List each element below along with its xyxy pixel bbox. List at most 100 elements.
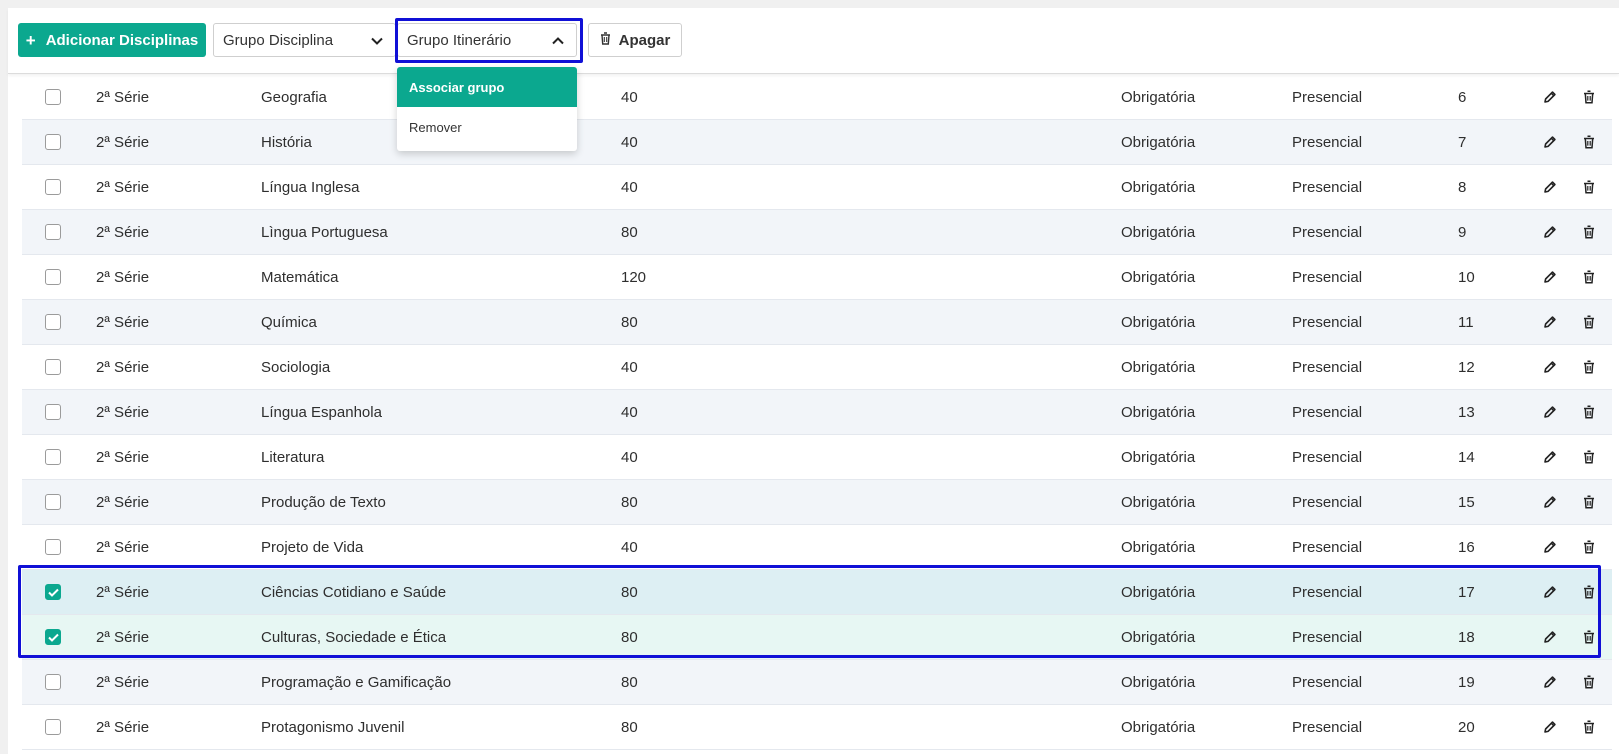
cell-tipo: Obrigatória <box>1121 88 1196 106</box>
cell-carga-horaria: 80 <box>621 628 638 646</box>
cell-disciplina: Literatura <box>261 448 325 466</box>
cell-carga-horaria: 40 <box>621 403 638 421</box>
delete-trash-icon[interactable] <box>1583 270 1595 284</box>
table-row: 2ª Série Língua Inglesa 40 Obrigatória Prese… <box>22 165 1612 210</box>
row-checkbox[interactable] <box>45 404 61 420</box>
table-row: 2ª Série Protagonismo Juvenil 80 Obrigatóri… <box>22 705 1612 750</box>
cell-serie: 2ª Série <box>96 178 150 196</box>
grupo-disciplina-select[interactable]: Grupo Disciplina <box>213 23 396 57</box>
disciplinas-table: 2ª Série Geografia 40 Obrigatória Presencial… <box>22 75 1612 750</box>
cell-disciplina: Culturas, Sociedade e Ética <box>261 628 447 646</box>
cell-tipo: Obrigatória <box>1121 223 1196 241</box>
cell-ordem: 10 <box>1458 268 1475 286</box>
table-row: 2ª Série Projeto de Vida 40 Obrigatória Pres… <box>22 525 1612 570</box>
row-checkbox[interactable] <box>45 134 61 150</box>
cell-ordem: 17 <box>1458 583 1475 601</box>
cell-serie: 2ª Série <box>96 268 150 286</box>
row-checkbox[interactable] <box>45 494 61 510</box>
edit-pencil-icon[interactable] <box>1543 180 1557 194</box>
cell-modalidade: Presencial <box>1292 178 1363 196</box>
cell-ordem: 15 <box>1458 493 1475 511</box>
cell-serie: 2ª Série <box>96 313 150 331</box>
cell-tipo: Obrigatória <box>1121 718 1196 736</box>
cell-ordem: 16 <box>1458 538 1475 556</box>
edit-pencil-icon[interactable] <box>1543 450 1557 464</box>
add-disciplinas-button[interactable]: + Adicionar Disciplinas <box>18 23 206 57</box>
cell-ordem: 13 <box>1458 403 1475 421</box>
cell-carga-horaria: 40 <box>621 88 638 106</box>
cell-carga-horaria: 80 <box>621 313 638 331</box>
delete-trash-icon[interactable] <box>1583 630 1595 644</box>
cell-ordem: 8 <box>1458 178 1467 196</box>
dropdown-item-associar-grupo[interactable]: Associar grupo <box>397 67 577 107</box>
cell-tipo: Obrigatória <box>1121 403 1196 421</box>
cell-ordem: 12 <box>1458 358 1475 376</box>
edit-pencil-icon[interactable] <box>1543 495 1557 509</box>
delete-trash-icon[interactable] <box>1583 540 1595 554</box>
delete-trash-icon[interactable] <box>1583 360 1595 374</box>
edit-pencil-icon[interactable] <box>1543 270 1557 284</box>
delete-trash-icon[interactable] <box>1583 585 1595 599</box>
delete-trash-icon[interactable] <box>1583 180 1595 194</box>
delete-trash-icon[interactable] <box>1583 90 1595 104</box>
edit-pencil-icon[interactable] <box>1543 315 1557 329</box>
row-checkbox[interactable] <box>45 584 61 600</box>
row-checkbox[interactable] <box>45 179 61 195</box>
table-row: 2ª Série Ciências Cotidiano e Saúde 80 Obri… <box>22 570 1612 615</box>
row-checkbox[interactable] <box>45 719 61 735</box>
cell-modalidade: Presencial <box>1292 493 1363 511</box>
cell-carga-horaria: 40 <box>621 178 638 196</box>
cell-disciplina: Língua Inglesa <box>261 178 360 196</box>
edit-pencil-icon[interactable] <box>1543 135 1557 149</box>
edit-pencil-icon[interactable] <box>1543 90 1557 104</box>
table-row: 2ª Série Sociologia 40 Obrigatória Presencia… <box>22 345 1612 390</box>
cell-disciplina: Projeto de Vida <box>261 538 364 556</box>
edit-pencil-icon[interactable] <box>1543 720 1557 734</box>
delete-trash-icon[interactable] <box>1583 450 1595 464</box>
delete-trash-icon[interactable] <box>1583 720 1595 734</box>
edit-pencil-icon[interactable] <box>1543 360 1557 374</box>
row-checkbox[interactable] <box>45 674 61 690</box>
delete-trash-icon[interactable] <box>1583 495 1595 509</box>
edit-pencil-icon[interactable] <box>1543 630 1557 644</box>
cell-modalidade: Presencial <box>1292 448 1363 466</box>
chevron-down-icon <box>371 32 383 49</box>
edit-pencil-icon[interactable] <box>1543 405 1557 419</box>
dropdown-item-remover[interactable]: Remover <box>397 107 577 147</box>
edit-pencil-icon[interactable] <box>1543 540 1557 554</box>
table-row: 2ª Série História 40 Obrigatória Presencial 7 <box>22 120 1612 165</box>
cell-modalidade: Presencial <box>1292 628 1363 646</box>
trash-icon <box>600 31 611 49</box>
edit-pencil-icon[interactable] <box>1543 585 1557 599</box>
cell-modalidade: Presencial <box>1292 268 1363 286</box>
grupo-itinerario-dropdown: Associar grupo Remover <box>397 67 577 151</box>
delete-trash-icon[interactable] <box>1583 405 1595 419</box>
table-row: 2ª Série Língua Espanhola 40 Obrigatória Pre… <box>22 390 1612 435</box>
edit-pencil-icon[interactable] <box>1543 225 1557 239</box>
cell-modalidade: Presencial <box>1292 358 1363 376</box>
cell-tipo: Obrigatória <box>1121 133 1196 151</box>
delete-trash-icon[interactable] <box>1583 675 1595 689</box>
delete-trash-icon[interactable] <box>1583 315 1595 329</box>
edit-pencil-icon[interactable] <box>1543 675 1557 689</box>
row-checkbox[interactable] <box>45 314 61 330</box>
row-checkbox[interactable] <box>45 629 61 645</box>
delete-trash-icon[interactable] <box>1583 225 1595 239</box>
row-checkbox[interactable] <box>45 224 61 240</box>
apagar-button[interactable]: Apagar <box>588 23 682 57</box>
cell-disciplina: Língua Espanhola <box>261 403 382 421</box>
cell-modalidade: Presencial <box>1292 673 1363 691</box>
cell-disciplina: Ciências Cotidiano e Saúde <box>261 583 447 601</box>
grupo-itinerario-select[interactable]: Grupo Itinerário <box>397 23 577 57</box>
cell-serie: 2ª Série <box>96 223 150 241</box>
table-row: 2ª Série Química 80 Obrigatória Presencial 11 <box>22 300 1612 345</box>
cell-ordem: 18 <box>1458 628 1475 646</box>
row-checkbox[interactable] <box>45 89 61 105</box>
cell-disciplina: História <box>261 133 312 151</box>
row-checkbox[interactable] <box>45 359 61 375</box>
row-checkbox[interactable] <box>45 539 61 555</box>
row-checkbox[interactable] <box>45 449 61 465</box>
cell-carga-horaria: 40 <box>621 538 638 556</box>
row-checkbox[interactable] <box>45 269 61 285</box>
delete-trash-icon[interactable] <box>1583 135 1595 149</box>
